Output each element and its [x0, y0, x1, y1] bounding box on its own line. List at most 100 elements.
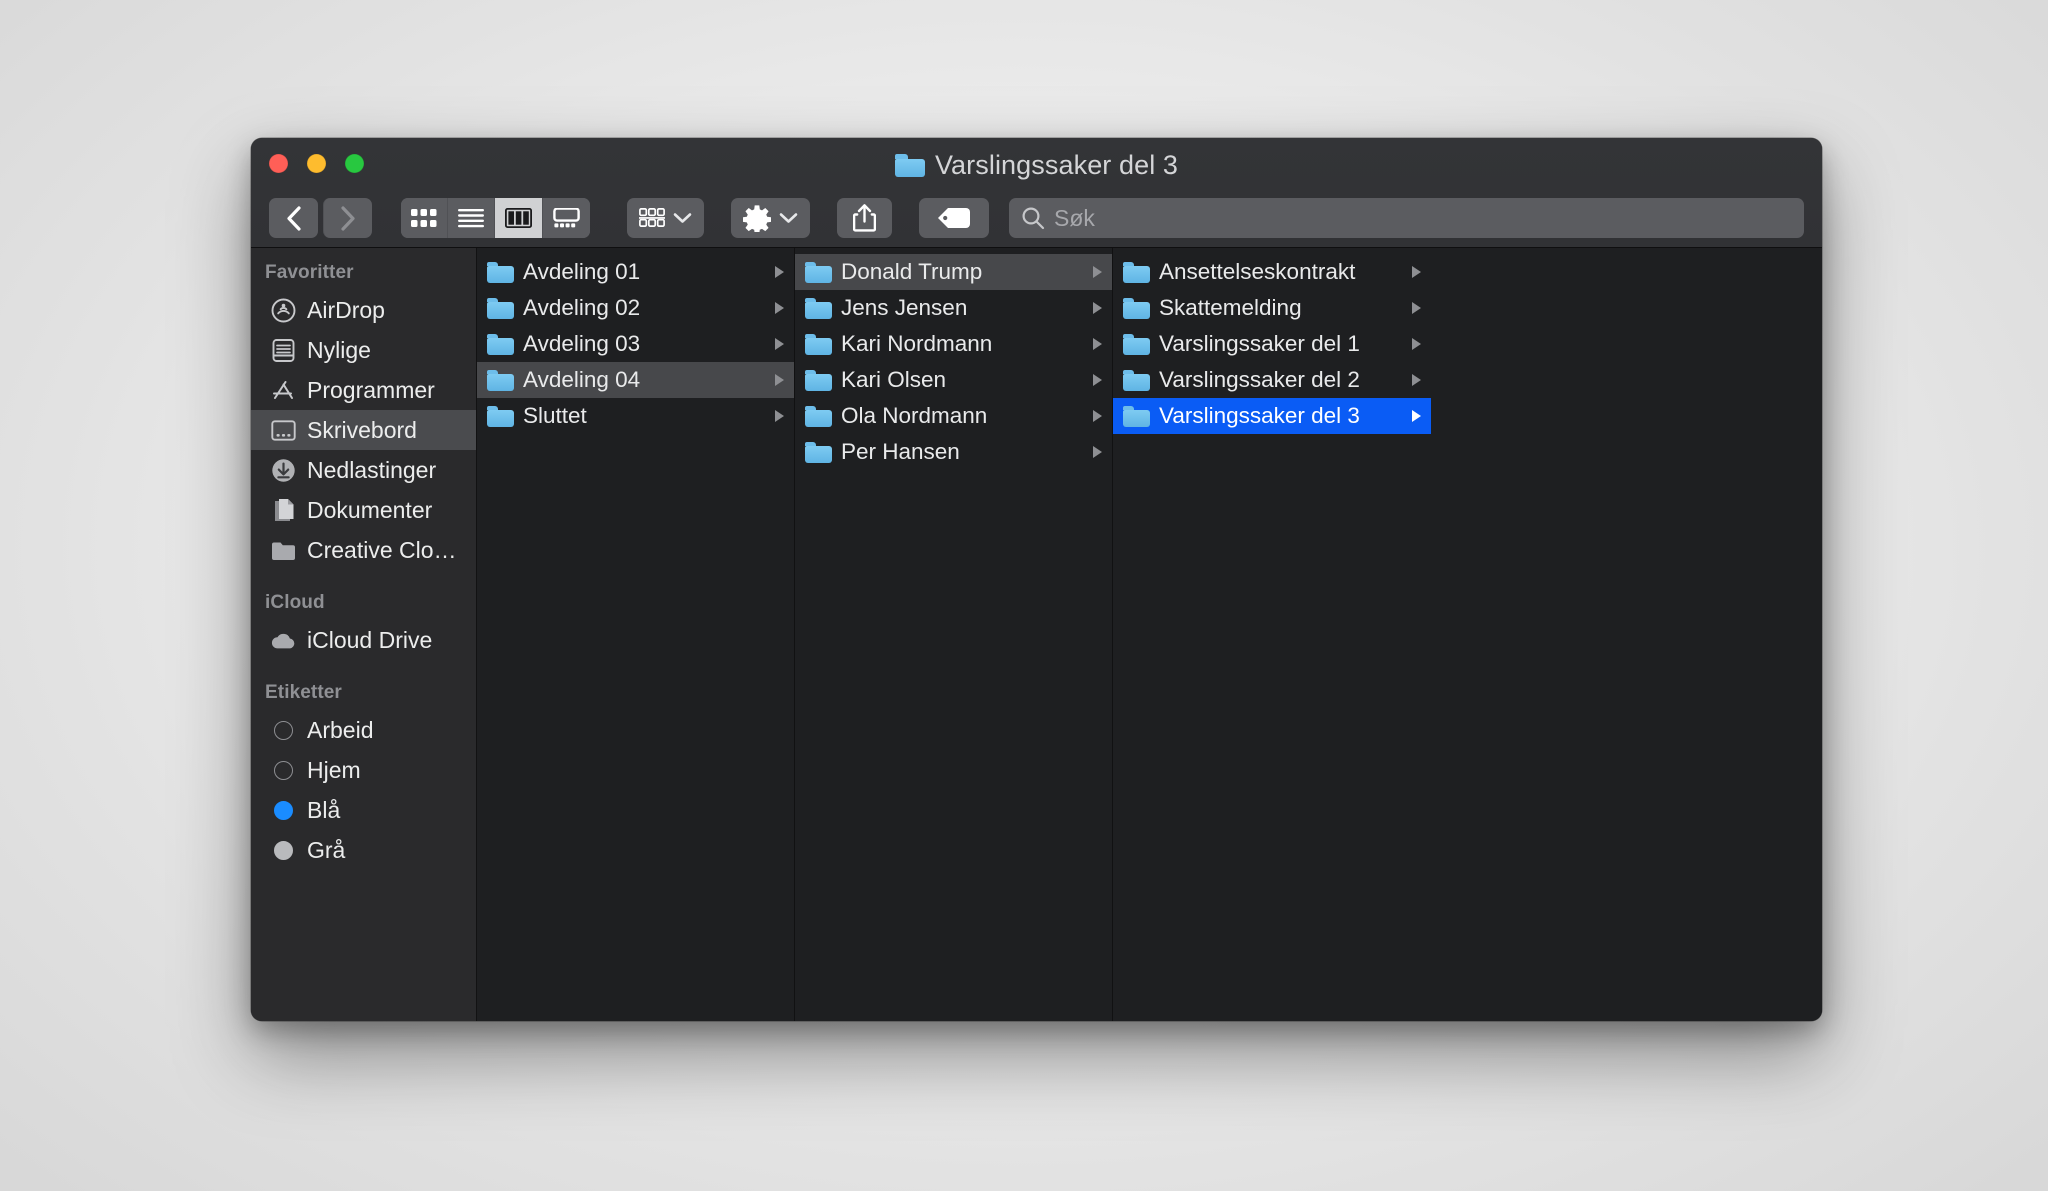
row-label: Ansettelseskontrakt	[1159, 259, 1356, 284]
column-row[interactable]: Avdeling 02	[477, 290, 794, 326]
sidebar-item-tag-arbeid[interactable]: Arbeid	[251, 710, 476, 750]
sidebar-item-nylige[interactable]: Nylige	[251, 330, 476, 370]
folder-icon	[894, 154, 925, 177]
disclosure-arrow-icon	[1412, 302, 1421, 314]
row-label: Varslingssaker del 2	[1159, 367, 1360, 392]
folder-icon	[1123, 261, 1150, 283]
row-label: Kari Nordmann	[841, 331, 993, 356]
disclosure-arrow-icon	[1093, 302, 1102, 314]
column-row[interactable]: Sluttet	[477, 398, 794, 434]
traffic-light-buttons	[269, 154, 364, 173]
icon-view-icon	[411, 208, 437, 227]
column-row[interactable]: Kari Nordmann	[795, 326, 1112, 362]
row-label: Avdeling 04	[523, 367, 641, 392]
view-as-list-button[interactable]	[447, 198, 494, 238]
folder-icon	[805, 261, 832, 283]
sidebar-item-programmer[interactable]: Programmer	[251, 370, 476, 410]
column-row[interactable]: Avdeling 03	[477, 326, 794, 362]
column-row[interactable]: Skattemelding	[1113, 290, 1431, 326]
disclosure-arrow-icon	[1412, 338, 1421, 350]
column-1: Avdeling 01 Avdeling 02 Avdeling 03 Avde…	[477, 248, 795, 1021]
sidebar-item-label: Grå	[307, 836, 346, 863]
gallery-view-icon	[553, 208, 580, 228]
sidebar-item-airdrop[interactable]: AirDrop	[251, 290, 476, 330]
view-as-gallery-button[interactable]	[542, 198, 590, 238]
sidebar-item-nedlastinger[interactable]: Nedlastinger	[251, 450, 476, 490]
disclosure-arrow-icon	[775, 374, 784, 386]
sidebar-item-tag-bla[interactable]: Blå	[251, 790, 476, 830]
maximize-button[interactable]	[345, 154, 364, 173]
disclosure-arrow-icon	[1412, 374, 1421, 386]
column-row[interactable]: Ansettelseskontrakt	[1113, 254, 1431, 290]
folder-icon	[1123, 333, 1150, 355]
desktop-background: Varslingssaker del 3 Søk Favoritter AirD…	[0, 0, 2048, 1191]
view-as-icons-button[interactable]	[401, 198, 447, 238]
window-title: Varslingssaker del 3	[251, 150, 1822, 181]
disclosure-arrow-icon	[1093, 374, 1102, 386]
column-row-selected[interactable]: Varslingssaker del 3	[1113, 398, 1431, 434]
row-label: Ola Nordmann	[841, 403, 988, 428]
view-as-columns-button[interactable]	[494, 198, 542, 238]
disclosure-arrow-icon	[1093, 266, 1102, 278]
search-placeholder: Søk	[1054, 204, 1095, 231]
action-menu-button[interactable]	[731, 198, 810, 238]
sidebar-item-label: Hjem	[307, 756, 361, 783]
sidebar-item-icloud-drive[interactable]: iCloud Drive	[251, 620, 476, 660]
tag-dot-blue-icon	[271, 798, 296, 823]
row-label: Varslingssaker del 1	[1159, 331, 1360, 356]
column-row-selected-path[interactable]: Donald Trump	[795, 254, 1112, 290]
disclosure-arrow-icon	[775, 410, 784, 422]
row-label: Kari Olsen	[841, 367, 947, 392]
sidebar-item-dokumenter[interactable]: Dokumenter	[251, 490, 476, 530]
folder-icon	[271, 538, 296, 563]
column-row-selected-path[interactable]: Avdeling 04	[477, 362, 794, 398]
gear-icon	[743, 205, 771, 232]
sidebar-section-header-etiketter: Etiketter	[265, 682, 342, 703]
disclosure-arrow-icon	[1412, 266, 1421, 278]
row-label: Avdeling 03	[523, 331, 641, 356]
tag-dot-hollow-icon	[271, 718, 296, 743]
folder-icon	[1123, 369, 1150, 391]
sidebar-item-tag-gra[interactable]: Grå	[251, 830, 476, 870]
row-label: Avdeling 02	[523, 295, 641, 320]
share-button[interactable]	[837, 198, 892, 238]
applications-icon	[271, 378, 296, 403]
sidebar-section-header-favoritter: Favoritter	[265, 262, 354, 283]
tag-dot-hollow-icon	[271, 758, 296, 783]
column-row[interactable]: Jens Jensen	[795, 290, 1112, 326]
sidebar-item-tag-hjem[interactable]: Hjem	[251, 750, 476, 790]
sidebar-item-label: Nylige	[307, 336, 371, 363]
row-label: Varslingssaker del 3	[1159, 403, 1360, 428]
column-row[interactable]: Varslingssaker del 2	[1113, 362, 1431, 398]
folder-icon	[805, 333, 832, 355]
search-input[interactable]: Søk	[1009, 198, 1804, 238]
column-3: Ansettelseskontrakt Skattemelding Varsli…	[1113, 248, 1431, 1021]
folder-icon	[1123, 405, 1150, 427]
minimize-button[interactable]	[307, 154, 326, 173]
folder-icon	[805, 369, 832, 391]
column-row[interactable]: Avdeling 01	[477, 254, 794, 290]
forward-button[interactable]	[323, 198, 372, 238]
row-label: Skattemelding	[1159, 295, 1302, 320]
tag-button[interactable]	[919, 198, 989, 238]
column-row[interactable]: Ola Nordmann	[795, 398, 1112, 434]
disclosure-arrow-icon	[1412, 410, 1421, 422]
row-label: Jens Jensen	[841, 295, 968, 320]
column-row[interactable]: Per Hansen	[795, 434, 1112, 470]
cloud-icon	[271, 628, 296, 653]
folder-icon	[487, 261, 514, 283]
sidebar-item-label: AirDrop	[307, 296, 385, 323]
column-row[interactable]: Varslingssaker del 1	[1113, 326, 1431, 362]
downloads-icon	[271, 458, 296, 483]
column-2: Donald Trump Jens Jensen Kari Nordmann K…	[795, 248, 1113, 1021]
column-row[interactable]: Kari Olsen	[795, 362, 1112, 398]
sidebar-item-creative-cloud[interactable]: Creative Clo…	[251, 530, 476, 570]
desktop-icon	[271, 418, 296, 443]
sidebar-item-skrivebord[interactable]: Skrivebord	[251, 410, 476, 450]
group-by-button[interactable]	[627, 198, 704, 238]
back-button[interactable]	[269, 198, 318, 238]
close-button[interactable]	[269, 154, 288, 173]
navigation-buttons	[269, 198, 372, 238]
chevron-down-icon	[673, 213, 692, 223]
